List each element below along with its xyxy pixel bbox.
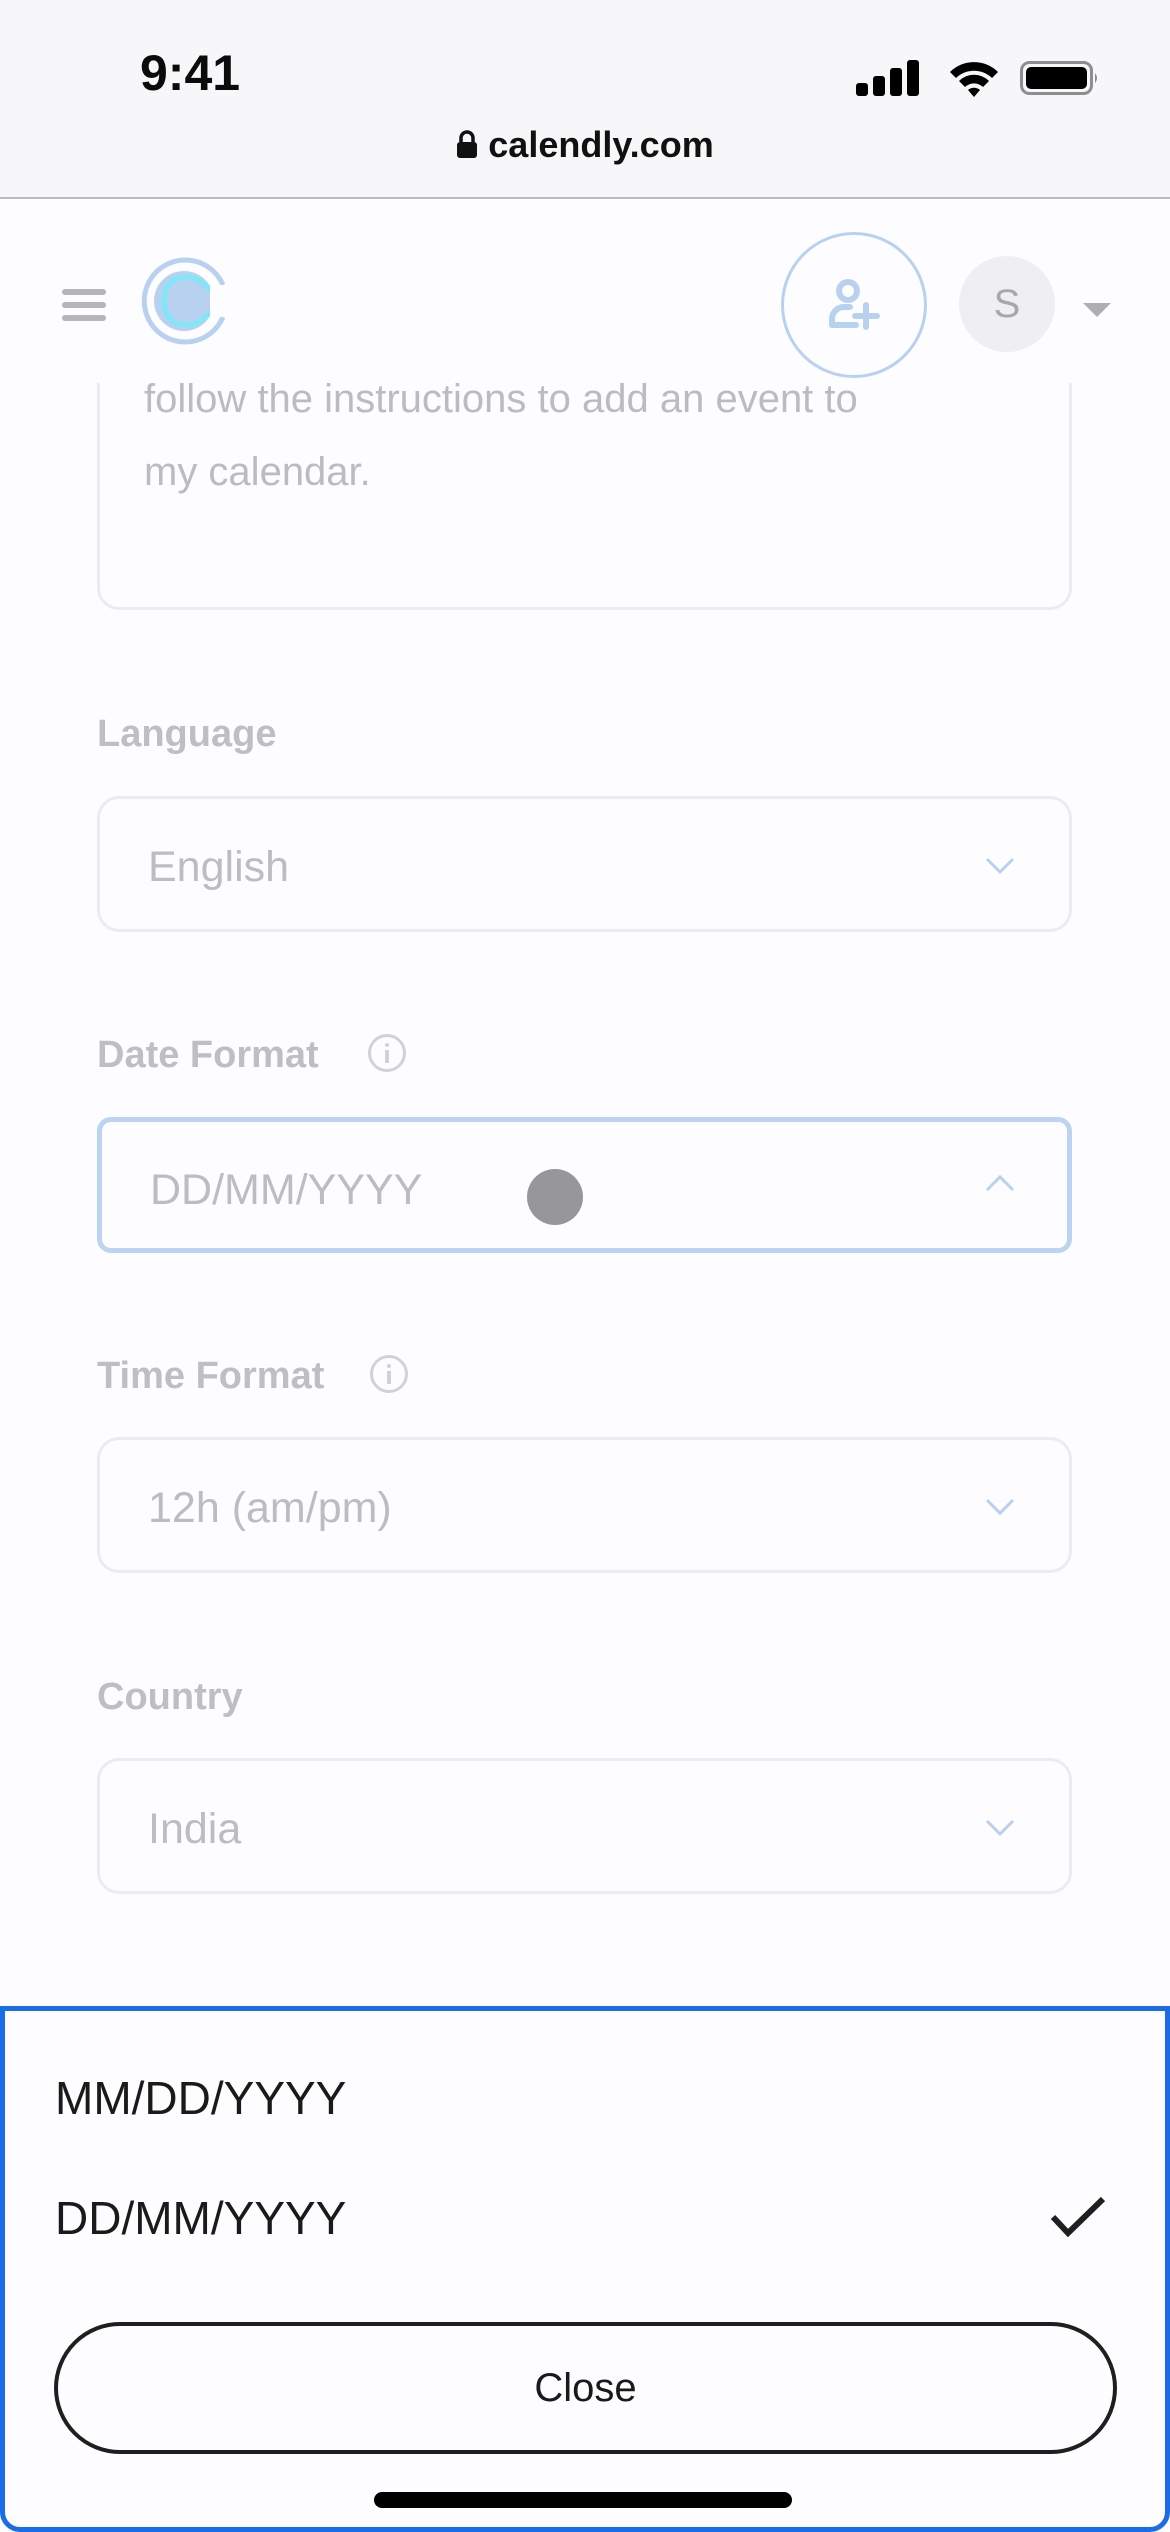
time-format-select[interactable]: 12h (am/pm) [97,1437,1072,1573]
language-select[interactable]: English [97,796,1072,932]
country-value: India [148,1805,242,1853]
status-time: 9:41 [140,45,241,101]
language-label: Language [97,713,277,755]
date-format-value: DD/MM/YYYY [150,1166,423,1214]
picker-option-dd-mm-yyyy[interactable]: DD/MM/YYYY [5,2161,1165,2271]
home-indicator [374,2492,792,2508]
caret-down-icon[interactable] [1083,303,1111,317]
option-label: MM/DD/YYYY [55,2072,347,2124]
country-select[interactable]: India [97,1758,1072,1894]
battery-icon [1020,61,1097,95]
date-format-select[interactable]: DD/MM/YYYY [97,1117,1072,1253]
url-text: calendly.com [488,124,714,165]
close-button[interactable]: Close [54,2322,1117,2454]
info-icon[interactable] [370,1355,408,1393]
avatar[interactable]: S [959,256,1055,352]
cellular-signal-icon [856,60,919,96]
info-icon[interactable] [368,1034,406,1072]
textarea-line: my calendar. [144,450,371,494]
chevron-down-icon [985,1819,1015,1837]
chevron-down-icon [985,1498,1015,1516]
picker-option-mm-dd-yyyy[interactable]: MM/DD/YYYY [5,2041,1165,2151]
calendly-logo[interactable] [140,255,232,347]
time-format-label: Time Format [97,1355,325,1397]
checkmark-icon [1050,2196,1106,2238]
date-format-label: Date Format [97,1034,319,1076]
touch-indicator [527,1169,583,1225]
status-icons [852,58,1097,98]
country-label: Country [97,1676,243,1718]
chevron-up-icon [985,1174,1015,1192]
address-bar[interactable]: calendly.com [0,124,1170,166]
option-label: DD/MM/YYYY [55,2192,347,2244]
date-format-picker-sheet: MM/DD/YYYY DD/MM/YYYY Close [0,2006,1170,2532]
invite-user-button[interactable] [781,232,927,378]
lock-icon [457,130,478,158]
app-header: S [0,199,1170,383]
language-value: English [148,843,290,891]
hamburger-icon[interactable] [62,289,106,321]
chevron-down-icon [985,857,1015,875]
time-format-value: 12h (am/pm) [148,1484,392,1532]
add-user-icon [829,279,880,330]
browser-bar: 9:41 calendly.com [0,0,1170,199]
wifi-icon [950,62,998,97]
